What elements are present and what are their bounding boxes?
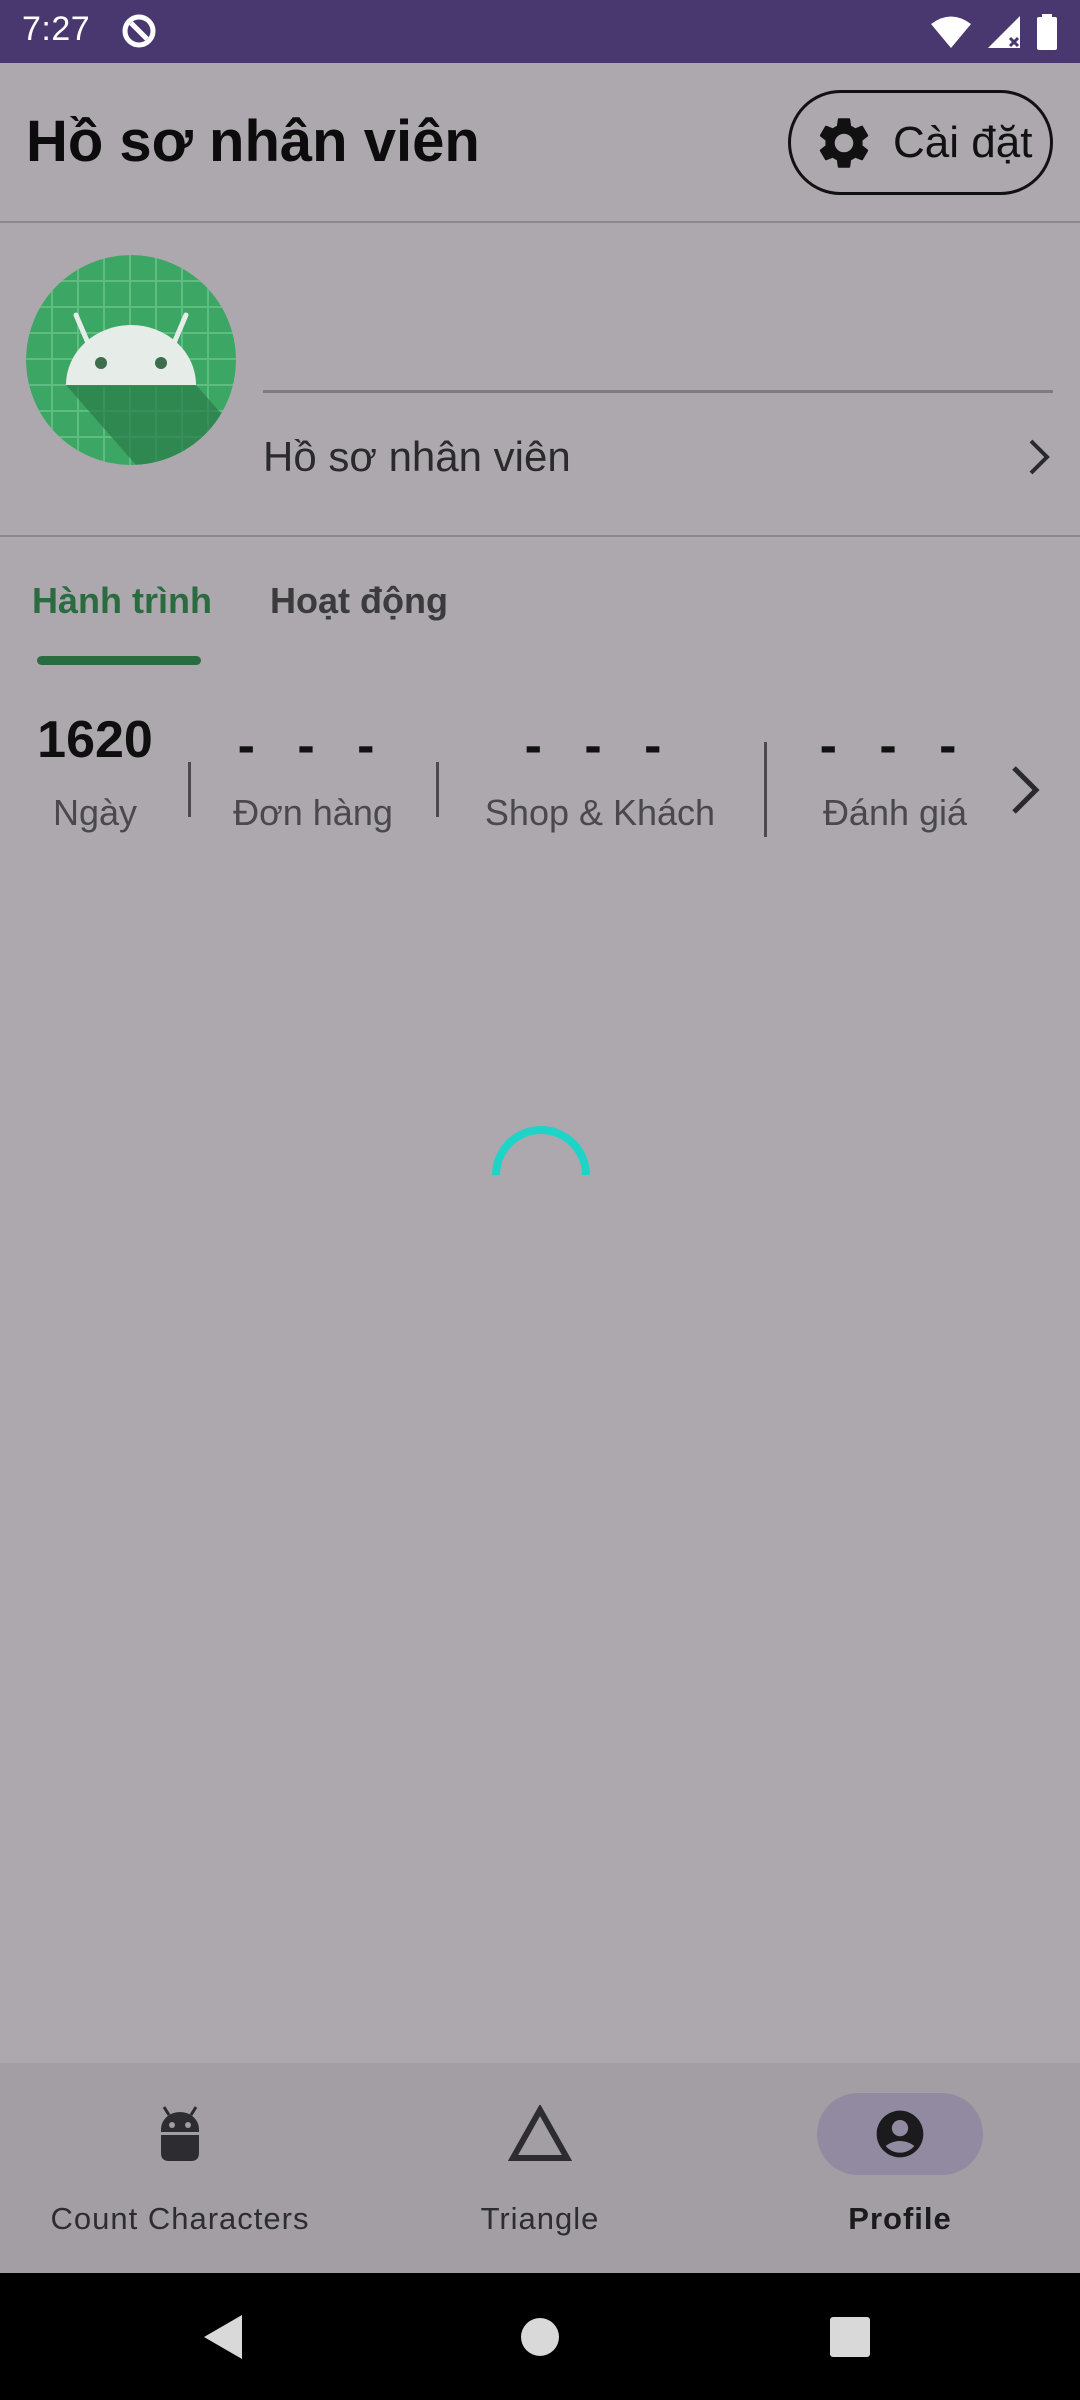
status-time: 7:27 [22,10,91,48]
chevron-right-icon [1029,439,1050,475]
app-bar: Hồ sơ nhân viên Cài đặt [0,63,1080,223]
stat-ratings-label: Đánh giá [822,792,968,833]
tab-journey[interactable]: Hành trình [32,580,212,622]
employee-profile-link[interactable]: Hồ sơ nhân viên [263,417,1053,497]
profile-section: Hồ sơ nhân viên [0,225,1080,537]
stat-days-label: Ngày [52,792,138,833]
bottom-navigation: Count Characters Triangle Profile [0,2063,1080,2273]
settings-button[interactable]: Cài đặt [788,90,1053,195]
stat-shop-customers-value: - - - [524,717,676,775]
stat-ratings: - - - Đánh giá [800,700,990,834]
stats-row: 1620 Ngày - - - Đơn hàng - - - Shop & Kh… [0,700,1080,880]
data-saver-icon [122,14,156,48]
status-bar: 7:27 [0,0,1080,63]
nav-triangle[interactable]: Triangle [360,2063,720,2273]
stat-orders-value: - - - [237,717,389,775]
stat-orders-label: Đơn hàng [233,792,393,833]
avatar[interactable] [26,255,236,465]
signal-icon [988,16,1020,48]
stat-separator [764,742,767,837]
android-icon [26,255,236,465]
recents-icon[interactable] [830,2317,870,2357]
stat-orders: - - - Đơn hàng [213,700,413,834]
triangle-icon [508,2105,572,2161]
stat-shop-customers-label: Shop & Khách [484,792,716,833]
account-circle-icon [876,2110,924,2158]
stat-days: 1620 Ngày [20,700,170,834]
wifi-icon [931,16,971,48]
nav-label: Triangle [480,2201,600,2236]
stat-separator [436,762,439,817]
android-icon [161,2106,199,2161]
profile-divider [263,390,1053,393]
back-icon[interactable] [200,2313,246,2361]
home-icon[interactable] [520,2317,560,2357]
stat-ratings-value: - - - [819,717,971,775]
status-icons [930,12,1058,52]
battery-icon [1037,14,1057,50]
tab-indicator [37,656,201,665]
chevron-right-icon[interactable] [1006,760,1046,820]
stat-shop-customers: - - - Shop & Khách [470,700,730,834]
nav-active-indicator [817,2093,983,2175]
nav-label: Profile [848,2201,952,2236]
tab-activity[interactable]: Hoạt động [270,580,448,622]
stat-separator [188,762,191,817]
settings-label: Cài đặt [893,117,1033,167]
gear-icon [819,117,869,168]
employee-profile-label: Hồ sơ nhân viên [263,433,571,480]
nav-count-characters[interactable]: Count Characters [0,2063,360,2273]
system-navigation-bar [0,2273,1080,2400]
tab-bar: Hành trình Hoạt động [0,540,1080,665]
page-title: Hồ sơ nhân viên [26,109,480,174]
nav-label: Count Characters [50,2201,310,2236]
loading-spinner [492,1126,590,1176]
nav-profile[interactable]: Profile [720,2063,1080,2273]
stat-days-value: 1620 [37,711,153,769]
